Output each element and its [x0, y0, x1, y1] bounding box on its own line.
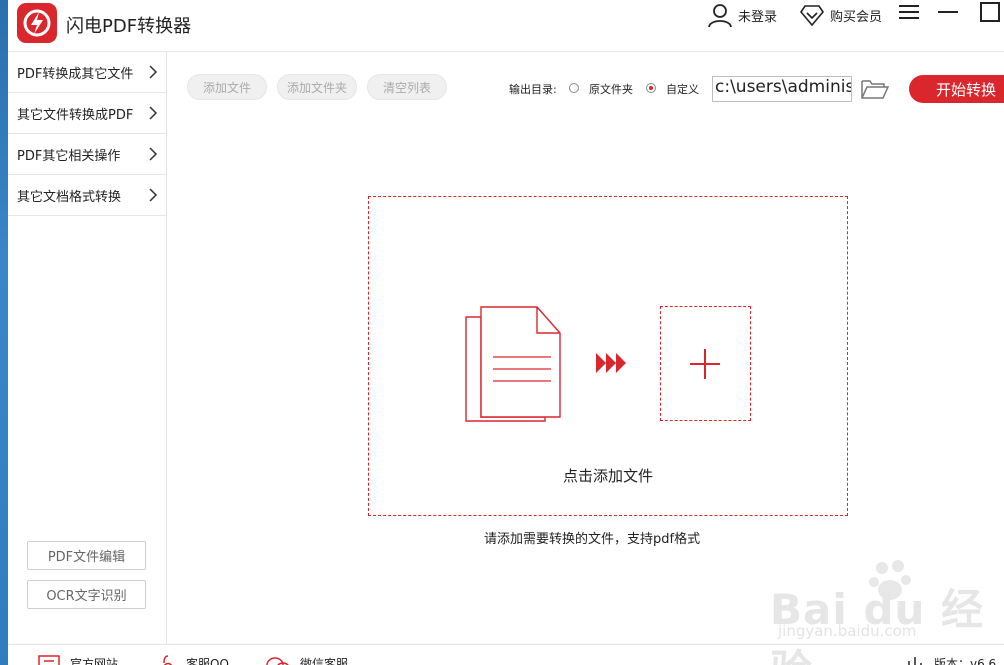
app-logo-icon [17, 3, 57, 43]
sidebar-item-label: PDF转换成其它文件 [17, 66, 134, 82]
login-button[interactable]: 未登录 [708, 2, 777, 28]
sidebar: PDF转换成其它文件 其它文件转换成PDF PDF其它相关操作 其它文档格式转换… [8, 52, 167, 644]
sidebar-item-pdf-to-other[interactable]: PDF转换成其它文件 [8, 52, 166, 93]
ocr-button[interactable]: OCR文字识别 [27, 580, 146, 609]
title-bar: 闪电PDF转换器 未登录 购买会员 [8, 0, 1004, 52]
sidebar-item-other-to-pdf[interactable]: 其它文件转换成PDF [8, 93, 166, 134]
statusbar-label: 官方网站 [70, 657, 119, 665]
sidebar-item-label: 其它文件转换成PDF [17, 107, 134, 123]
sidebar-item-label: PDF其它相关操作 [17, 148, 121, 164]
watermark-url: jingyan.baidu.com [778, 622, 917, 640]
baidu-jingyan-watermark: Bai du 经验 jingyan.baidu.com [770, 556, 1000, 665]
app-window: 闪电PDF转换器 未登录 购买会员 PDF转换成其它文件 其它文件转换成PDF … [0, 0, 1004, 665]
diamond-icon [800, 5, 824, 26]
wechat-icon [266, 657, 289, 665]
radio-original-folder[interactable] [569, 83, 579, 93]
supported-format-hint: 请添加需要转换的文件，支持pdf格式 [484, 532, 701, 547]
file-drop-zone[interactable]: 点击添加文件 [368, 196, 848, 516]
watermark-brand: Bai du 经验 [770, 585, 984, 665]
output-dir-label: 输出目录: [509, 83, 557, 96]
add-file-plus-box[interactable] [660, 306, 751, 421]
chevron-right-icon [149, 147, 158, 161]
radio-custom[interactable] [646, 83, 656, 93]
menu-icon[interactable] [899, 3, 921, 21]
statusbar-label: 微信客服 [300, 657, 349, 665]
chevron-right-icon [149, 106, 158, 120]
output-path-input[interactable]: c:\users\administ [712, 76, 852, 102]
maximize-icon[interactable] [980, 2, 1000, 22]
official-site-link[interactable]: 官方网站 [38, 655, 118, 665]
pdf-edit-button[interactable]: PDF文件编辑 [27, 541, 146, 570]
chevron-right-icon [149, 65, 158, 79]
website-icon [38, 655, 60, 665]
sidebar-item-label: 其它文档格式转换 [17, 189, 122, 205]
desktop-background [0, 0, 8, 665]
chevron-right-icon [149, 188, 158, 202]
minimize-icon[interactable] [938, 3, 960, 21]
login-label: 未登录 [738, 9, 778, 25]
clear-list-button[interactable]: 清空列表 [367, 74, 447, 100]
wechat-support-link[interactable]: 微信客服 [266, 655, 348, 665]
sidebar-item-pdf-other-ops[interactable]: PDF其它相关操作 [8, 134, 166, 175]
app-title: 闪电PDF转换器 [66, 16, 192, 37]
buy-vip-button[interactable]: 购买会员 [800, 2, 882, 28]
plus-icon [690, 349, 720, 379]
add-folder-button[interactable]: 添加文件夹 [277, 74, 357, 100]
qq-icon [163, 655, 172, 665]
sidebar-item-doc-format[interactable]: 其它文档格式转换 [8, 175, 166, 216]
support-qq-link[interactable]: 客服QQ [160, 655, 229, 665]
radio-original-label: 原文件夹 [589, 83, 633, 96]
user-icon [708, 4, 732, 27]
start-convert-button[interactable]: 开始转换 [909, 75, 1004, 103]
click-add-file-text: 点击添加文件 [562, 467, 653, 485]
vip-label: 购买会员 [830, 9, 883, 25]
statusbar-label: 客服QQ [186, 657, 229, 665]
add-file-button[interactable]: 添加文件 [187, 74, 267, 100]
radio-custom-label: 自定义 [666, 83, 699, 96]
folder-open-icon[interactable] [861, 78, 889, 100]
